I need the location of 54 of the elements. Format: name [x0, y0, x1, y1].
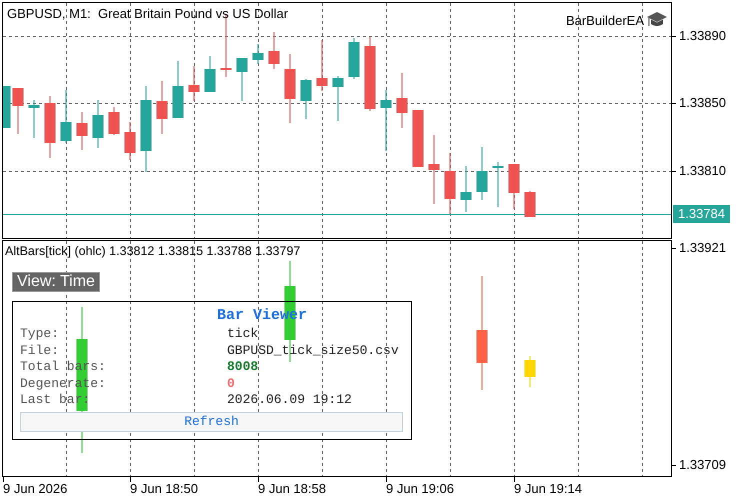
current-price-label: 1.33784	[673, 205, 730, 223]
time-label: 9 Jun 19:06	[386, 477, 454, 496]
candlestick	[12, 88, 24, 134]
candlestick	[156, 81, 168, 134]
time-label: 9 Jun 18:58	[258, 477, 326, 496]
candlestick	[380, 90, 392, 151]
field-label: Type:	[20, 326, 60, 342]
candlestick	[524, 191, 536, 217]
candlestick	[508, 164, 520, 209]
field-value: 8008	[227, 359, 260, 376]
field-value: 2026.06.09 19:12	[227, 392, 353, 408]
candlestick	[492, 162, 504, 207]
candlestick	[188, 66, 200, 101]
price-label: 1.33850	[672, 94, 726, 112]
time-label: 9 Jun 2026	[3, 477, 68, 496]
price-label: 1.33709	[672, 456, 726, 474]
candlestick	[316, 40, 328, 91]
candlestick	[396, 73, 408, 128]
field-label: File:	[20, 342, 60, 359]
candlestick	[428, 135, 440, 204]
view-mode-button[interactable]: View: Time	[12, 272, 100, 292]
chart-title: GBPUSD, M1: Great Britain Pound vs US Dollar	[7, 6, 288, 21]
candlestick	[76, 112, 88, 150]
candlestick	[460, 166, 472, 212]
candlestick	[124, 122, 136, 160]
candlestick	[92, 100, 104, 148]
field-value: 0	[227, 376, 236, 392]
candlestick	[252, 44, 264, 64]
price-label: 1.33921	[672, 239, 726, 257]
candlestick	[348, 38, 360, 79]
expert-name: BarBuilderEA	[566, 12, 644, 28]
candlestick	[332, 76, 344, 121]
refresh-button[interactable]: Refresh	[20, 412, 403, 432]
candlestick	[108, 107, 120, 135]
candlestick	[44, 96, 56, 158]
candlestick	[284, 54, 296, 123]
field-value: tick	[227, 326, 260, 342]
price-label: 1.33890	[672, 27, 726, 45]
candlestick	[204, 56, 216, 92]
candlestick	[3, 86, 10, 128]
candlestick	[476, 147, 488, 200]
indicator-label: AltBars[tick] (ohlc) 1.33812 1.33815 1.33788 1.33797	[5, 244, 300, 258]
candlestick	[268, 32, 280, 69]
candlestick	[172, 61, 184, 118]
time-label: 9 Jun 18:50	[130, 477, 198, 496]
candlestick	[60, 90, 72, 143]
price-label: 1.33810	[672, 162, 726, 180]
time-label: 9 Jun 19:14	[514, 477, 582, 496]
candlestick	[236, 58, 248, 101]
candlestick	[300, 79, 312, 119]
candlestick	[524, 356, 536, 387]
candlestick	[444, 153, 456, 214]
candlestick	[412, 110, 424, 167]
candlestick	[28, 100, 40, 138]
